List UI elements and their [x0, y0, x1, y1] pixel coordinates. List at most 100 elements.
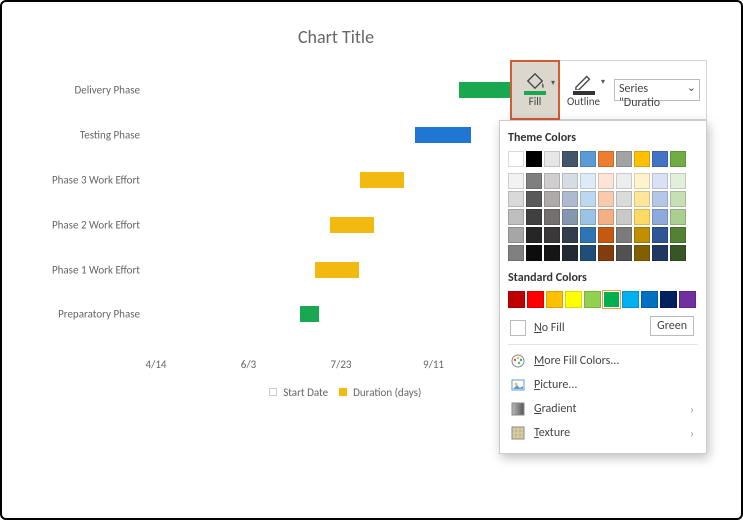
color-swatch[interactable] [546, 291, 563, 308]
no-fill-item[interactable]: No Fill Green [508, 316, 698, 340]
color-swatch[interactable] [562, 173, 578, 189]
color-swatch[interactable] [508, 245, 524, 261]
color-swatch[interactable] [526, 191, 542, 207]
picture-item[interactable]: Picture... [508, 373, 698, 397]
color-swatch[interactable] [526, 245, 542, 261]
color-swatch[interactable] [508, 209, 524, 225]
color-swatch[interactable] [652, 209, 668, 225]
bar-testing[interactable] [415, 127, 471, 143]
color-swatch[interactable] [584, 291, 601, 308]
color-swatch[interactable] [670, 245, 686, 261]
chart-element-selector[interactable]: Series "Duratio [614, 79, 700, 101]
color-swatch[interactable] [527, 291, 544, 308]
color-swatch[interactable] [508, 151, 524, 167]
color-swatch[interactable] [641, 291, 658, 308]
color-swatch[interactable] [526, 209, 542, 225]
color-swatch[interactable] [580, 151, 596, 167]
color-swatch[interactable] [508, 291, 525, 308]
color-swatch[interactable] [508, 191, 524, 207]
color-swatch[interactable] [616, 151, 632, 167]
color-swatch[interactable] [634, 209, 650, 225]
theme-shade-row [508, 173, 698, 189]
color-swatch[interactable] [616, 227, 632, 243]
color-swatch[interactable] [652, 191, 668, 207]
bar-phase3[interactable] [360, 172, 404, 188]
color-swatch[interactable] [670, 173, 686, 189]
color-swatch[interactable] [562, 151, 578, 167]
color-swatch[interactable] [670, 151, 686, 167]
color-swatch[interactable] [634, 191, 650, 207]
outline-button-label: Outline [567, 95, 600, 108]
color-swatch[interactable] [562, 209, 578, 225]
color-swatch[interactable] [598, 227, 614, 243]
color-swatch[interactable] [580, 191, 596, 207]
color-swatch[interactable] [544, 227, 560, 243]
color-swatch[interactable] [622, 291, 639, 308]
y-label: Phase 3 Work Effort [20, 174, 140, 187]
color-swatch[interactable] [679, 291, 696, 308]
bar-phase1[interactable] [315, 262, 359, 278]
color-swatch[interactable] [603, 291, 620, 308]
color-swatch[interactable] [598, 151, 614, 167]
color-swatch[interactable] [544, 191, 560, 207]
color-swatch[interactable] [616, 245, 632, 261]
color-swatch[interactable] [544, 151, 560, 167]
color-swatch[interactable] [652, 173, 668, 189]
texture-item[interactable]: Texture › [508, 421, 698, 445]
color-swatch[interactable] [598, 209, 614, 225]
color-swatch[interactable] [652, 151, 668, 167]
chart-title: Chart Title [146, 26, 526, 48]
theme-shade-row [508, 209, 698, 225]
color-swatch[interactable] [526, 173, 542, 189]
color-swatch[interactable] [660, 291, 677, 308]
texture-icon [510, 425, 526, 441]
chart-plot: Delivery Phase Testing Phase Phase 3 Wor… [156, 68, 526, 348]
fill-button[interactable]: Fill ▾ [510, 60, 560, 120]
x-axis-labels: 4/14 6/3 7/23 9/11 10/31 [156, 358, 526, 374]
color-swatch[interactable] [670, 191, 686, 207]
color-swatch[interactable] [634, 173, 650, 189]
gradient-item[interactable]: Gradient › [508, 397, 698, 421]
color-swatch[interactable] [616, 191, 632, 207]
color-swatch[interactable] [598, 191, 614, 207]
color-swatch[interactable] [616, 209, 632, 225]
color-swatch[interactable] [580, 245, 596, 261]
chevron-right-icon: › [690, 427, 694, 440]
gradient-icon [510, 401, 526, 417]
color-swatch[interactable] [580, 227, 596, 243]
color-swatch[interactable] [544, 173, 560, 189]
palette-icon [510, 353, 526, 369]
color-swatch[interactable] [634, 245, 650, 261]
color-swatch[interactable] [616, 173, 632, 189]
bar-preparatory[interactable] [300, 306, 319, 322]
color-swatch[interactable] [670, 209, 686, 225]
color-swatch[interactable] [526, 227, 542, 243]
color-swatch[interactable] [508, 227, 524, 243]
color-swatch[interactable] [565, 291, 582, 308]
color-swatch[interactable] [670, 227, 686, 243]
color-swatch[interactable] [598, 245, 614, 261]
bar-phase2[interactable] [330, 217, 374, 233]
more-fill-colors-item[interactable]: More Fill Colors... [508, 349, 698, 373]
chevron-down-icon: ▾ [551, 78, 555, 88]
color-swatch[interactable] [544, 209, 560, 225]
y-axis-labels: Delivery Phase Testing Phase Phase 3 Wor… [26, 68, 146, 348]
theme-shade-row [508, 227, 698, 243]
color-swatch[interactable] [580, 173, 596, 189]
color-swatch[interactable] [652, 227, 668, 243]
color-swatch[interactable] [580, 209, 596, 225]
color-swatch[interactable] [526, 151, 542, 167]
color-swatch[interactable] [544, 245, 560, 261]
color-swatch[interactable] [562, 227, 578, 243]
color-swatch[interactable] [598, 173, 614, 189]
color-swatch[interactable] [634, 151, 650, 167]
color-swatch[interactable] [634, 227, 650, 243]
x-label: 7/23 [331, 358, 352, 371]
color-swatch[interactable] [562, 245, 578, 261]
outline-button[interactable]: Outline ▾ [559, 61, 608, 119]
mini-toolbar: Fill ▾ Outline ▾ Series "Duratio [510, 60, 707, 120]
color-swatch[interactable] [562, 191, 578, 207]
color-swatch[interactable] [652, 245, 668, 261]
color-swatch[interactable] [508, 173, 524, 189]
fill-button-label: Fill [529, 95, 542, 108]
